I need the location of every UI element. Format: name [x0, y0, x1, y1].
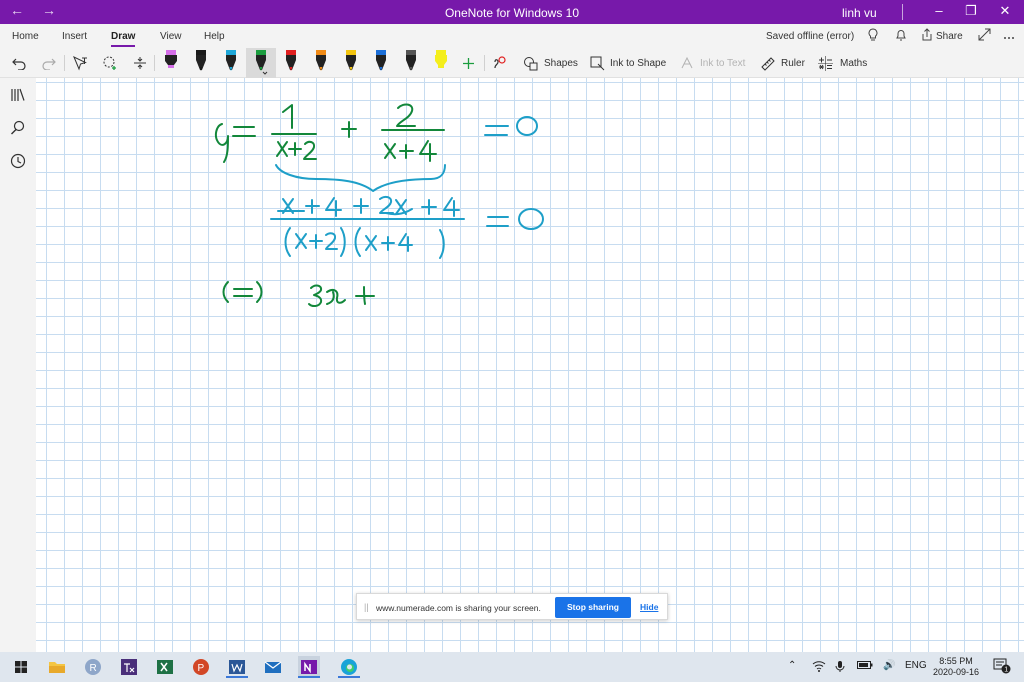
- ruler-icon[interactable]: [760, 52, 775, 74]
- ink-numerator: [270, 195, 465, 220]
- note-canvas[interactable]: [36, 78, 1024, 652]
- system-clock[interactable]: 8:55 PM 2020-09-16: [928, 656, 984, 678]
- ink-underbrace: [275, 164, 446, 192]
- drag-handle-icon[interactable]: ||: [364, 602, 369, 612]
- ink-fraction-2: [381, 103, 445, 162]
- share-button[interactable]: Share: [936, 31, 963, 42]
- recent-notes-icon[interactable]: [9, 152, 27, 170]
- ink-plus: [341, 121, 357, 138]
- tab-draw[interactable]: Draw: [111, 31, 135, 42]
- title-separator: [902, 4, 903, 20]
- tab-home[interactable]: Home: [12, 31, 39, 42]
- minimize-icon[interactable]: –: [924, 3, 954, 18]
- shapes-icon[interactable]: [523, 52, 538, 74]
- ink-to-text-icon: [680, 52, 695, 74]
- redo-icon[interactable]: [42, 52, 56, 74]
- cyan-pen-icon[interactable]: [223, 48, 237, 74]
- screen-sharing-bar: || www.numerade.com is sharing your scre…: [356, 593, 668, 620]
- edge-browser-icon[interactable]: [338, 656, 360, 678]
- r-app-icon[interactable]: R: [82, 656, 104, 678]
- word-icon[interactable]: [226, 656, 248, 678]
- add-pen-icon[interactable]: [462, 52, 475, 74]
- file-explorer-icon[interactable]: [46, 656, 68, 678]
- windows-taskbar: R P ⌃ 🔊 ENG 8:55 PM 2020-09-16 1: [0, 652, 1024, 682]
- type-select-icon[interactable]: [72, 52, 88, 74]
- mail-icon[interactable]: [262, 656, 284, 678]
- svg-text:P: P: [198, 663, 205, 674]
- purple-highlighter-icon[interactable]: [163, 48, 177, 74]
- more-options-icon[interactable]: [1003, 28, 1015, 44]
- handwritten-math: [214, 103, 544, 308]
- undo-icon[interactable]: [12, 52, 26, 74]
- wifi-icon[interactable]: [812, 660, 826, 675]
- ink-equals-zero-1: [484, 116, 538, 136]
- sharing-message: www.numerade.com is sharing your screen.: [376, 603, 541, 613]
- ink-equivalent-step: [222, 281, 375, 308]
- lasso-select-icon[interactable]: [102, 52, 118, 74]
- tab-insert[interactable]: Insert: [62, 31, 87, 42]
- ink-to-text-button: Ink to Text: [700, 57, 746, 69]
- start-windows-icon[interactable]: [10, 656, 32, 678]
- volume-icon[interactable]: 🔊: [883, 660, 895, 671]
- tab-help[interactable]: Help: [204, 31, 225, 42]
- ruler-button[interactable]: Ruler: [781, 52, 805, 74]
- galaxy-pen-icon[interactable]: [403, 48, 417, 74]
- tab-view[interactable]: View: [160, 31, 182, 42]
- add-space-icon[interactable]: [132, 52, 148, 74]
- black-pen-icon[interactable]: [193, 48, 207, 74]
- ink-fraction-1: [271, 104, 317, 160]
- ink-equals-zero-2: [486, 208, 544, 230]
- input-language[interactable]: ENG: [905, 660, 927, 671]
- lightbulb-icon[interactable]: [867, 28, 879, 45]
- stop-sharing-button[interactable]: Stop sharing: [555, 597, 631, 618]
- tex-editor-icon[interactable]: [118, 656, 140, 678]
- ink-to-shape-button[interactable]: Ink to Shape: [610, 52, 666, 74]
- notebooks-icon[interactable]: [9, 86, 27, 104]
- close-icon[interactable]: ✕: [990, 3, 1020, 19]
- maths-icon[interactable]: [818, 52, 833, 74]
- notification-count: 1: [1004, 667, 1008, 674]
- active-tab-indicator: [111, 45, 135, 47]
- search-icon[interactable]: [9, 119, 27, 137]
- ink-replay-icon[interactable]: [492, 52, 507, 74]
- svg-text:R: R: [90, 663, 97, 674]
- red-pen-icon[interactable]: [283, 48, 297, 74]
- microphone-icon[interactable]: [835, 660, 845, 676]
- restore-icon[interactable]: ❐: [956, 3, 986, 19]
- blue-pen-icon[interactable]: [373, 48, 387, 74]
- ink-to-shape-icon[interactable]: [590, 52, 605, 74]
- show-hidden-icons-icon[interactable]: ⌃: [788, 660, 796, 671]
- ink-y-equals: [214, 123, 256, 163]
- expand-icon[interactable]: [978, 28, 991, 44]
- ink-denominator: [284, 227, 445, 259]
- excel-icon[interactable]: [154, 656, 176, 678]
- powerpoint-icon[interactable]: P: [190, 656, 212, 678]
- notification-center-icon[interactable]: 1: [993, 658, 1011, 677]
- yellow-highlighter-icon[interactable]: [433, 48, 447, 74]
- draw-toolbar: Shapes Ink to Shape Ink to Text Ruler Ma…: [0, 48, 1024, 78]
- sync-status[interactable]: Saved offline (error): [766, 31, 854, 42]
- user-name[interactable]: linh vu: [842, 6, 877, 20]
- bell-icon[interactable]: [895, 28, 907, 45]
- onenote-icon[interactable]: [298, 656, 320, 678]
- orange-pen-icon[interactable]: [313, 48, 327, 74]
- toolbar-separator: [484, 55, 485, 71]
- maths-button[interactable]: Maths: [840, 52, 867, 74]
- share-icon[interactable]: [921, 28, 933, 45]
- hide-link[interactable]: Hide: [640, 602, 658, 612]
- shapes-button[interactable]: Shapes: [544, 52, 578, 74]
- ribbon-tabs: Home Insert Draw View Help Saved offline…: [0, 24, 1024, 48]
- title-bar: ← → OneNote for Windows 10 linh vu – ❐ ✕: [0, 0, 1024, 24]
- clock-time: 8:55 PM: [939, 656, 973, 666]
- toolbar-separator: [64, 55, 65, 71]
- left-navigation-rail: [0, 78, 36, 652]
- toolbar-separator: [154, 55, 155, 71]
- clock-date: 2020-09-16: [932, 667, 980, 677]
- green-pen-icon[interactable]: [253, 48, 268, 75]
- battery-icon[interactable]: [857, 660, 873, 673]
- yellow-pen-icon[interactable]: [343, 48, 357, 74]
